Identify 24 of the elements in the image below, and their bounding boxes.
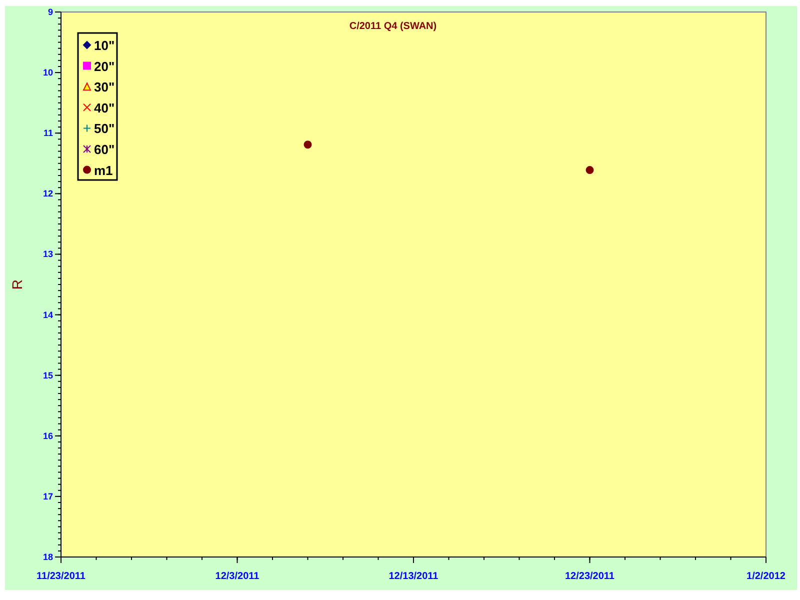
legend-label: 30"	[94, 80, 115, 95]
x-tick-label: 12/23/2011	[565, 571, 614, 582]
y-axis-title: R	[9, 279, 25, 290]
legend-label: 60"	[94, 142, 115, 157]
y-tick-label: 16	[42, 430, 53, 441]
legend-label: 10"	[94, 38, 115, 53]
y-tick-label: 17	[42, 491, 53, 502]
y-tick-label: 18	[42, 552, 53, 562]
legend-label: 20"	[94, 58, 115, 74]
x-tick-label: 12/3/2011	[215, 571, 260, 582]
y-tick-label: 10	[42, 68, 53, 78]
y-tick-label: 15	[42, 370, 53, 380]
legend-label: 40"	[94, 100, 115, 116]
y-tick-label: 12	[42, 188, 53, 199]
legend-label: 50"	[94, 121, 115, 136]
x-tick-label: 12/13/2011	[388, 571, 438, 582]
y-tick-label: 14	[42, 310, 53, 320]
x-tick-label: 1/2/2012	[746, 571, 786, 582]
x-tick-label: 11/23/2011	[36, 571, 86, 582]
y-tick-label: 11	[43, 128, 53, 138]
y-tick-label: 13	[42, 249, 53, 260]
chart-title: C/2011 Q4 (SWAN)	[349, 21, 437, 32]
y-tick-label: 9	[48, 7, 53, 17]
legend-label: m1	[94, 162, 113, 178]
